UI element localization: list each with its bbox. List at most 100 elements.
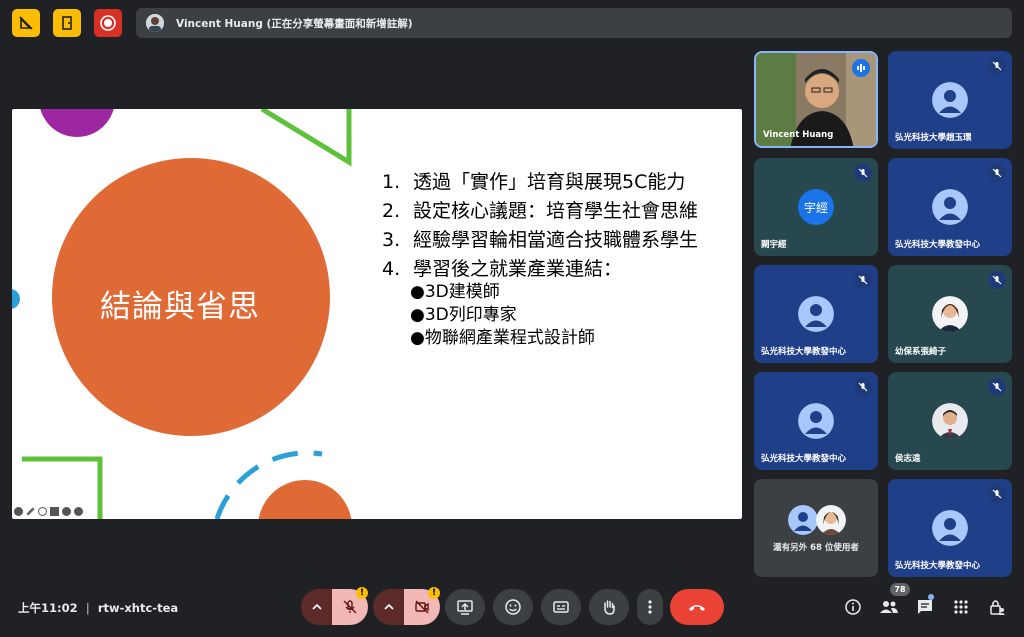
chevron-up-icon — [384, 603, 394, 610]
mic-off-icon — [854, 378, 872, 396]
captions-button[interactable] — [541, 589, 581, 625]
chat-notification-dot — [928, 594, 934, 600]
shared-slide: 結論與省思 1. 透過「實作」培育與展現5C能力 2. 設定核心議題：培育學生社會思… — [12, 109, 742, 519]
lock-person-icon — [990, 600, 1005, 615]
participant-name: 弘光科技大學教發中心 — [761, 347, 847, 357]
present-screen-icon — [457, 600, 473, 615]
photo-avatar — [816, 505, 846, 535]
default-avatar-icon — [932, 510, 968, 546]
slide-item-2: 2. 設定核心議題：培育學生社會思維 — [382, 200, 699, 222]
slide-subitem: ●物聯網產業程式設計師 — [410, 328, 595, 348]
participant-tile[interactable]: 弘光科技大學教發中心 — [754, 372, 878, 470]
mic-off-icon — [854, 271, 872, 289]
more-options-button[interactable] — [637, 589, 663, 625]
participant-name: 弘光科技大學教發中心 — [895, 561, 981, 571]
participant-tile[interactable]: 弘光科技大學教發中心 — [754, 265, 878, 363]
record-button[interactable] — [94, 9, 122, 37]
default-avatar-icon — [798, 296, 834, 332]
slide-subitem: ●3D列印專家 — [410, 305, 517, 325]
participant-name: 弘光科技大學趙玉環 — [895, 133, 972, 143]
zoom-icon[interactable] — [38, 507, 47, 516]
forward-icon[interactable] — [74, 507, 83, 516]
info-icon — [845, 599, 861, 615]
more-icon[interactable] — [62, 507, 71, 516]
mic-off-icon — [988, 485, 1006, 503]
pen-off-icon — [19, 16, 33, 30]
meeting-details-button[interactable] — [843, 597, 863, 617]
mic-off-icon — [854, 164, 872, 182]
default-avatar-icon — [798, 403, 834, 439]
clock-time: 上午11:02 — [18, 601, 78, 615]
record-icon — [100, 15, 116, 31]
presenter-banner: Vincent Huang (正在分享螢幕畫面和新增註解) — [136, 8, 1012, 38]
mic-options-button[interactable] — [301, 589, 333, 625]
participant-name: 闕宇經 — [761, 240, 787, 250]
slide-item-3: 3. 經驗學習輪相當適合技職體系學生 — [382, 229, 699, 251]
chat-icon — [918, 600, 932, 614]
hang-up-icon — [689, 605, 705, 611]
participant-tile[interactable]: 弘光科技大學教發中心 — [888, 479, 1012, 577]
participant-tile[interactable]: 侯志遠 — [888, 372, 1012, 470]
default-avatar-icon — [932, 189, 968, 225]
participant-tile[interactable]: 宇經 闕宇經 — [754, 158, 878, 256]
reactions-button[interactable] — [493, 589, 533, 625]
chevron-up-icon — [312, 603, 322, 610]
host-controls-button[interactable] — [987, 597, 1007, 617]
mic-off-icon — [988, 164, 1006, 182]
speaking-icon — [852, 59, 870, 77]
others-count-label: 還有另外 68 位使用者 — [773, 543, 859, 553]
captions-icon — [553, 601, 569, 613]
leave-call-button[interactable] — [670, 589, 724, 625]
slide-toolbar — [14, 507, 83, 516]
warning-icon: ! — [356, 587, 368, 599]
photo-avatar — [932, 403, 968, 439]
initials-avatar: 宇經 — [798, 189, 834, 225]
participant-name: 幼保系張綺子 — [895, 347, 947, 357]
participant-count-badge: 78 — [890, 583, 910, 596]
meeting-code: rtw-xhtc-tea — [97, 601, 179, 615]
participant-tile[interactable]: 弘光科技大學教發中心 — [888, 158, 1012, 256]
present-button[interactable] — [445, 589, 485, 625]
mic-off-icon — [988, 57, 1006, 75]
exit-annotation-button[interactable] — [53, 9, 81, 37]
mic-off-icon — [343, 600, 357, 614]
camera-options-button[interactable] — [373, 589, 405, 625]
more-vert-icon — [648, 600, 652, 614]
participant-name: 侯志遠 — [895, 454, 921, 464]
presenter-label: Vincent Huang (正在分享螢幕畫面和新增註解) — [176, 17, 413, 30]
participant-tile[interactable]: 弘光科技大學趙玉環 — [888, 51, 1012, 149]
annotation-off-button[interactable] — [12, 9, 40, 37]
slides-icon[interactable] — [50, 507, 59, 516]
raise-hand-button[interactable] — [589, 589, 629, 625]
hand-icon — [604, 600, 615, 615]
photo-avatar — [932, 296, 968, 332]
slide-item-4: 4. 學習後之就業產業連結： — [382, 258, 623, 280]
slide-title: 結論與省思 — [100, 289, 260, 325]
top-bar: Vincent Huang (正在分享螢幕畫面和新增註解) — [0, 0, 1024, 48]
participant-tile[interactable]: Vincent Huang — [754, 51, 878, 148]
slide-list: 1. 透過「實作」培育與展現5C能力 2. 設定核心議題：培育學生社會思維 3. 經驗… — [382, 171, 712, 350]
slide-subitem: ●3D建模師 — [410, 282, 500, 302]
activities-button[interactable] — [951, 597, 971, 617]
people-button[interactable] — [879, 597, 899, 617]
mic-off-icon — [988, 271, 1006, 289]
slide-item-1: 1. 透過「實作」培育與展現5C能力 — [382, 171, 686, 193]
chat-button[interactable] — [915, 597, 935, 617]
mic-off-icon — [988, 378, 1006, 396]
apps-grid-icon — [954, 600, 968, 614]
presenter-avatar — [146, 14, 164, 32]
meeting-info: 上午11:02 | rtw-xhtc-tea — [18, 601, 179, 615]
camera-off-icon — [415, 600, 429, 614]
door-exit-icon — [62, 16, 72, 30]
emoji-icon — [505, 599, 521, 615]
people-icon — [880, 601, 898, 613]
back-icon[interactable] — [14, 507, 23, 516]
warning-icon: ! — [428, 587, 440, 599]
participant-name: 弘光科技大學教發中心 — [895, 240, 981, 250]
participant-tile[interactable]: 幼保系張綺子 — [888, 265, 1012, 363]
others-tile[interactable]: 還有另外 68 位使用者 — [754, 479, 878, 577]
participant-name: Vincent Huang — [763, 130, 834, 140]
default-avatar-icon — [932, 82, 968, 118]
pen-icon[interactable] — [26, 507, 35, 516]
participant-name: 弘光科技大學教發中心 — [761, 454, 847, 464]
